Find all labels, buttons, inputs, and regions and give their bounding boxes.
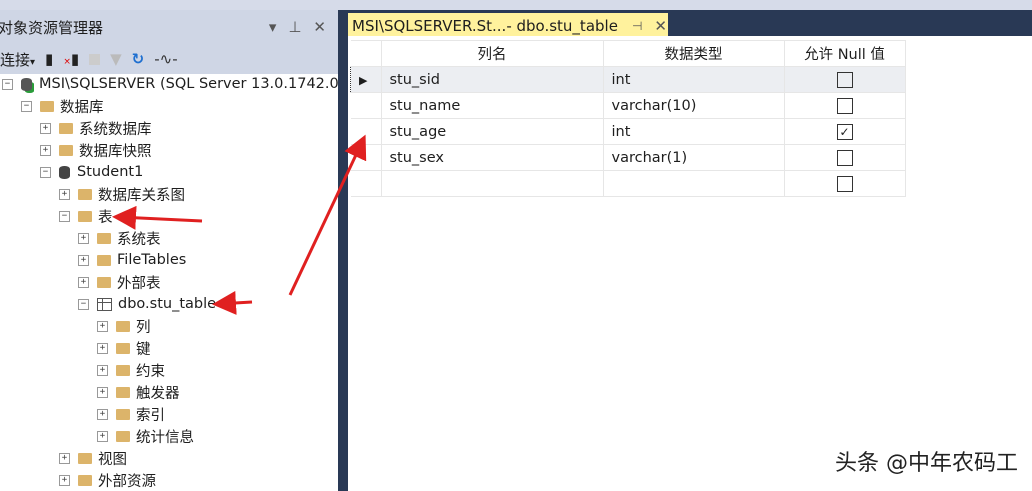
arrow-to-table-folder bbox=[112, 205, 203, 230]
arrow-to-grid bbox=[288, 134, 367, 296]
annotation-arrows bbox=[112, 134, 367, 315]
arrow-to-stu-table bbox=[212, 290, 253, 315]
watermark: 头条 @中年农码工 bbox=[835, 451, 1018, 476]
